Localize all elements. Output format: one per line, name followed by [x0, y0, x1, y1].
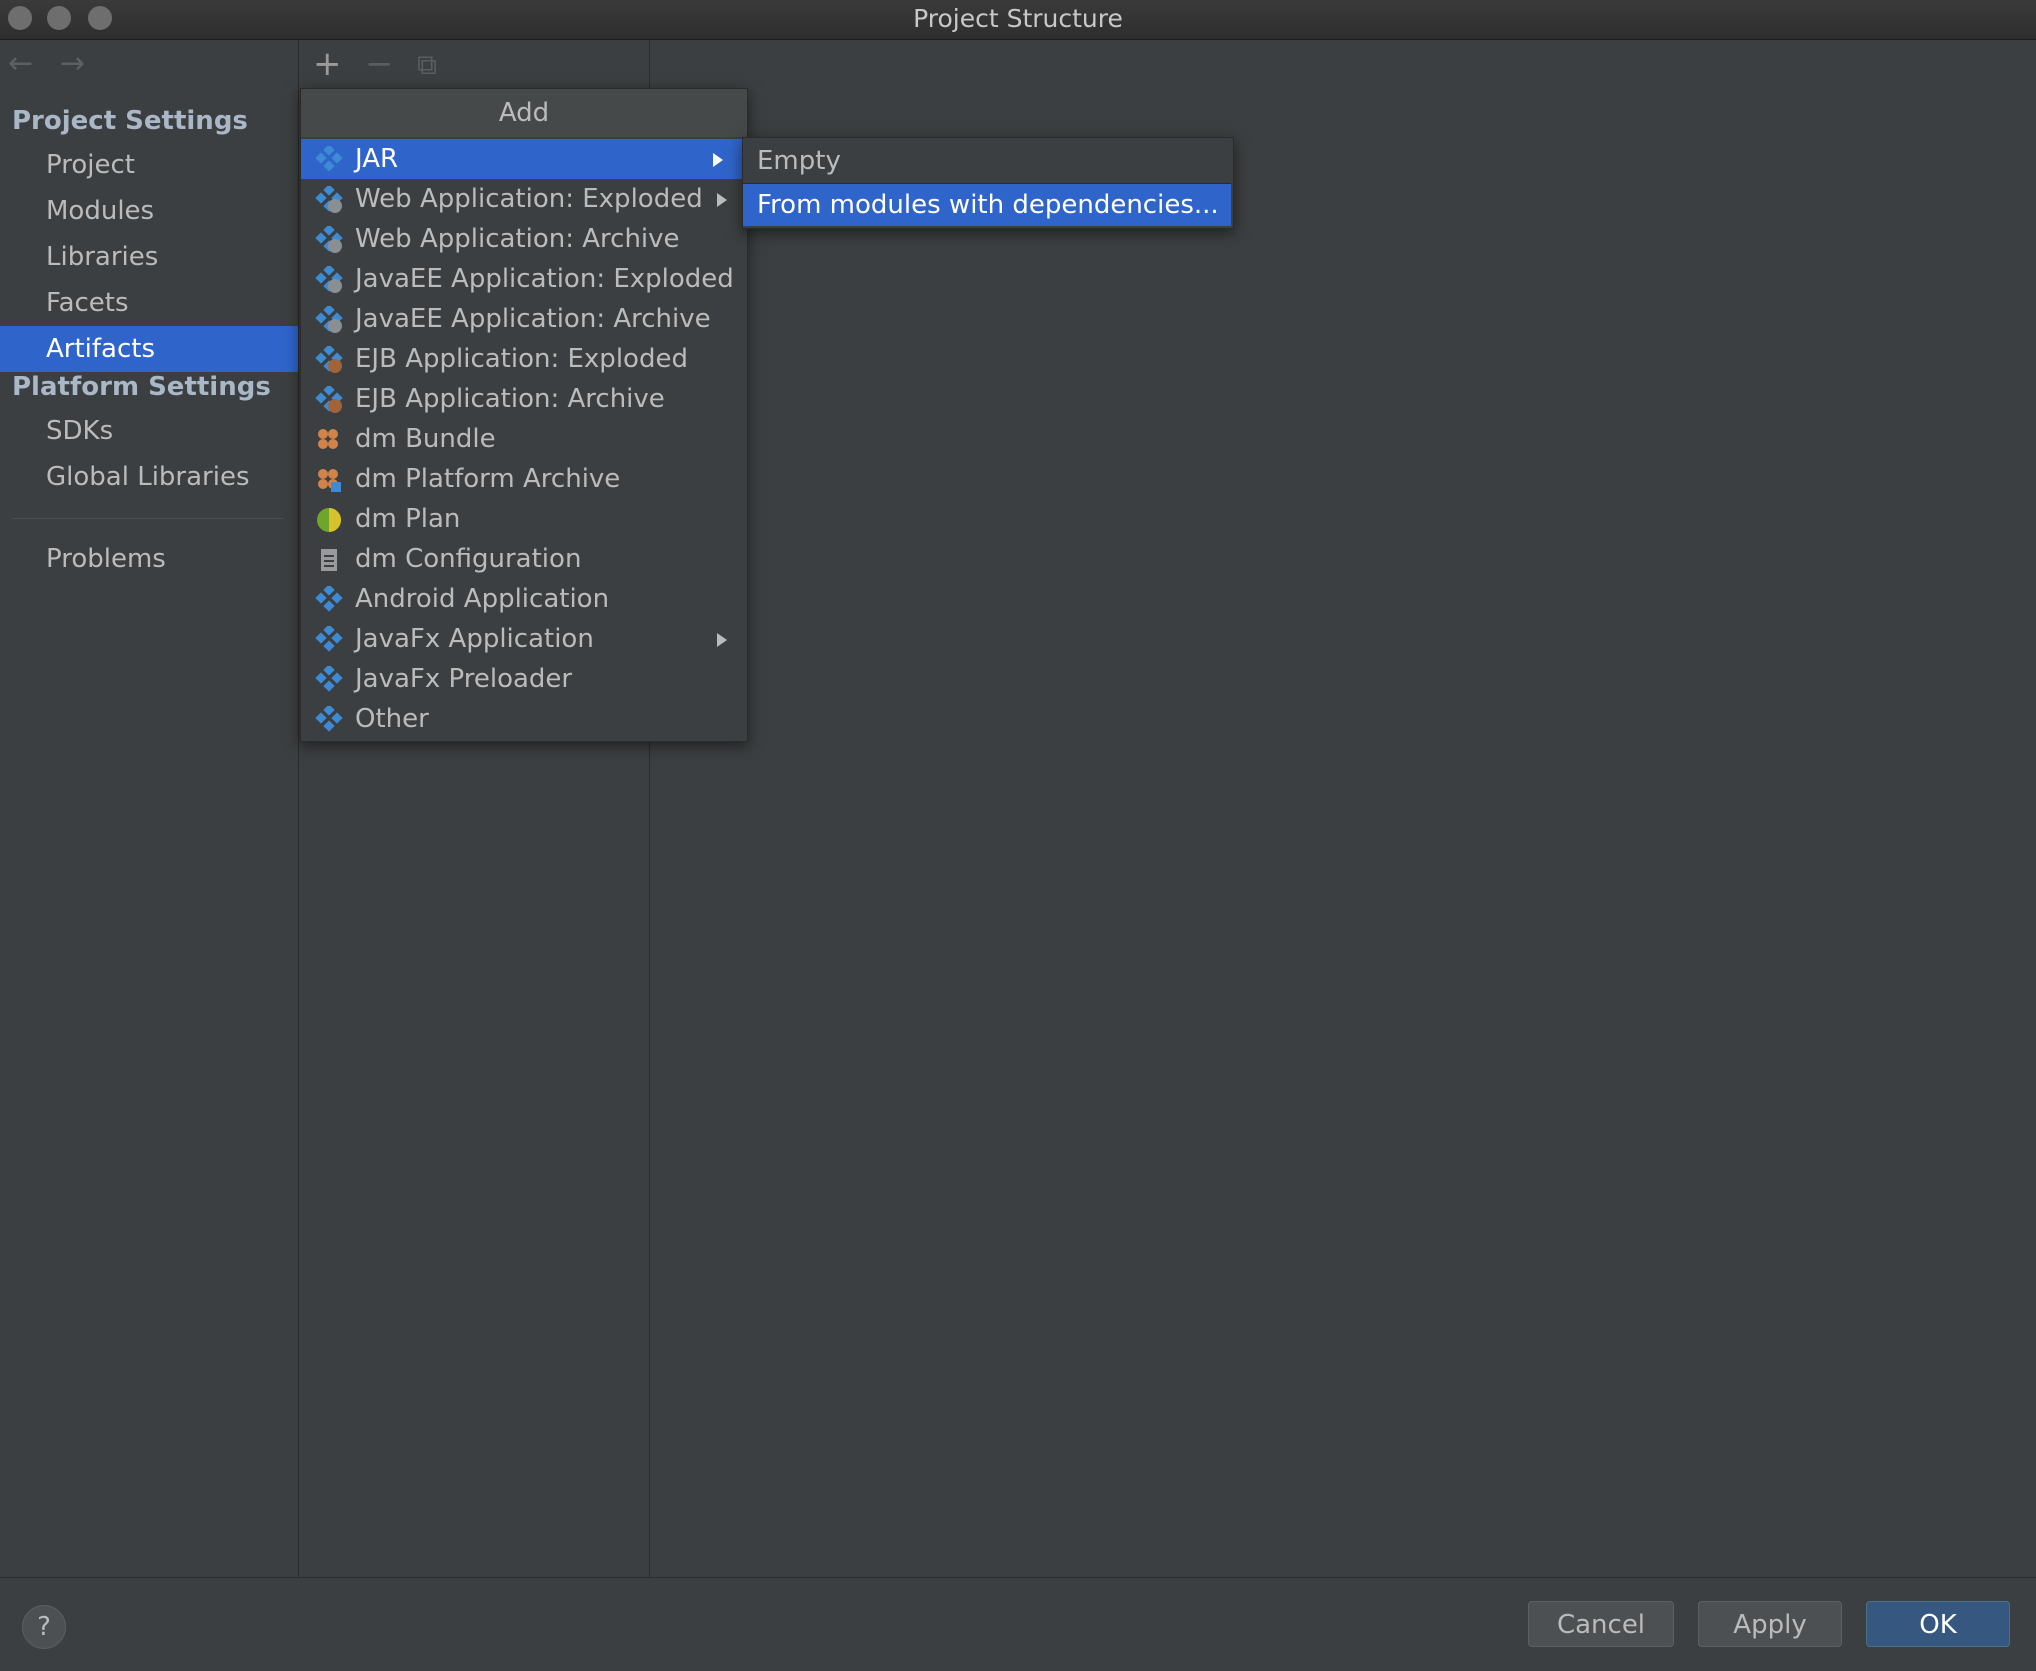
title-bar: Project Structure — [0, 0, 2036, 40]
sidebar-item-facets[interactable]: Facets — [0, 280, 298, 326]
ok-button[interactable]: OK — [1866, 1601, 2010, 1647]
web-app-icon — [315, 184, 343, 214]
javaee-app-icon — [315, 264, 343, 294]
menu-item-label: Web Application: Archive — [355, 224, 680, 254]
menu-item-label: Android Application — [355, 584, 610, 614]
ejb-app-icon — [315, 344, 343, 374]
menu-item-javafx-application[interactable]: JavaFx Application — [301, 619, 747, 659]
popup-title: Add — [301, 89, 747, 137]
add-artifact-popup: Add JAR Web Application: Exploded Web Appl… — [300, 88, 748, 742]
help-button[interactable]: ? — [22, 1605, 66, 1649]
project-settings-header: Project Settings — [12, 106, 248, 136]
sidebar-item-global-libraries[interactable]: Global Libraries — [0, 454, 298, 500]
menu-item-ejb-application-exploded[interactable]: EJB Application: Exploded — [301, 339, 747, 379]
dm-configuration-icon — [315, 546, 343, 574]
javaee-app-icon — [315, 304, 343, 334]
menu-item-label: dm Bundle — [355, 424, 496, 454]
dm-plan-icon — [315, 506, 343, 534]
apply-button[interactable]: Apply — [1698, 1601, 1842, 1647]
submenu-arrow-icon — [717, 193, 727, 207]
remove-icon[interactable]: − — [365, 44, 394, 84]
android-app-icon — [315, 584, 343, 614]
menu-item-label: Other — [355, 704, 429, 734]
menu-item-label: JavaFx Preloader — [355, 664, 573, 694]
sidebar-item-artifacts[interactable]: Artifacts — [0, 326, 298, 372]
menu-item-label: EJB Application: Exploded — [355, 344, 688, 374]
add-icon[interactable]: + — [313, 44, 342, 84]
javafx-preloader-icon — [315, 664, 343, 694]
sidebar-divider — [12, 518, 284, 519]
menu-item-ejb-application-archive[interactable]: EJB Application: Archive — [301, 379, 747, 419]
menu-item-dm-configuration[interactable]: dm Configuration — [301, 539, 747, 579]
menu-item-android-application[interactable]: Android Application — [301, 579, 747, 619]
menu-item-label: Web Application: Exploded — [355, 184, 703, 214]
window-title: Project Structure — [913, 4, 1123, 33]
menu-item-label: dm Platform Archive — [355, 464, 621, 494]
artifact-detail-panel — [650, 40, 2036, 1577]
jar-submenu: Empty From modules with dependencies... — [742, 137, 1234, 229]
sidebar-item-modules[interactable]: Modules — [0, 188, 298, 234]
sidebar-item-sdks[interactable]: SDKs — [0, 408, 298, 454]
other-artifact-icon — [315, 704, 343, 734]
menu-item-dm-bundle[interactable]: dm Bundle — [301, 419, 747, 459]
submenu-arrow-icon — [717, 633, 727, 647]
back-arrow-icon[interactable]: ← — [8, 46, 33, 81]
menu-item-javaee-application-archive[interactable]: JavaEE Application: Archive — [301, 299, 747, 339]
menu-item-other[interactable]: Other — [301, 699, 747, 739]
menu-item-javafx-preloader[interactable]: JavaFx Preloader — [301, 659, 747, 699]
menu-item-label: dm Configuration — [355, 544, 582, 574]
menu-item-dm-plan[interactable]: dm Plan — [301, 499, 747, 539]
menu-item-jar[interactable]: JAR — [301, 139, 743, 179]
sidebar: ← → Project Settings Project Modules Lib… — [0, 40, 299, 1577]
web-app-icon — [315, 224, 343, 254]
submenu-arrow-icon — [713, 153, 723, 167]
jar-icon — [315, 144, 343, 174]
sidebar-item-problems[interactable]: Problems — [0, 536, 298, 582]
cancel-button[interactable]: Cancel — [1528, 1601, 1674, 1647]
forward-arrow-icon[interactable]: → — [60, 46, 85, 81]
menu-item-web-application-archive[interactable]: Web Application: Archive — [301, 219, 747, 259]
copy-icon[interactable]: ⧉ — [417, 48, 437, 82]
menu-item-javaee-application-exploded[interactable]: JavaEE Application: Exploded — [301, 259, 747, 299]
menu-item-label: EJB Application: Archive — [355, 384, 665, 414]
platform-settings-header: Platform Settings — [12, 372, 271, 402]
dm-bundle-icon — [315, 426, 343, 454]
menu-item-dm-platform-archive[interactable]: dm Platform Archive — [301, 459, 747, 499]
submenu-item-from-modules[interactable]: From modules with dependencies... — [743, 184, 1231, 226]
sidebar-item-project[interactable]: Project — [0, 142, 298, 188]
menu-item-web-application-exploded[interactable]: Web Application: Exploded — [301, 179, 747, 219]
dm-platform-archive-icon — [315, 466, 343, 494]
menu-item-label: dm Plan — [355, 504, 461, 534]
sidebar-item-libraries[interactable]: Libraries — [0, 234, 298, 280]
menu-item-label: JAR — [355, 144, 399, 174]
javafx-app-icon — [315, 624, 343, 654]
menu-item-label: JavaEE Application: Exploded — [355, 264, 734, 294]
menu-item-label: JavaEE Application: Archive — [355, 304, 711, 334]
menu-item-label: JavaFx Application — [355, 624, 594, 654]
dialog-footer: ? Cancel Apply OK — [0, 1577, 2036, 1671]
submenu-item-empty[interactable]: Empty — [743, 140, 1231, 182]
ejb-app-icon — [315, 384, 343, 414]
